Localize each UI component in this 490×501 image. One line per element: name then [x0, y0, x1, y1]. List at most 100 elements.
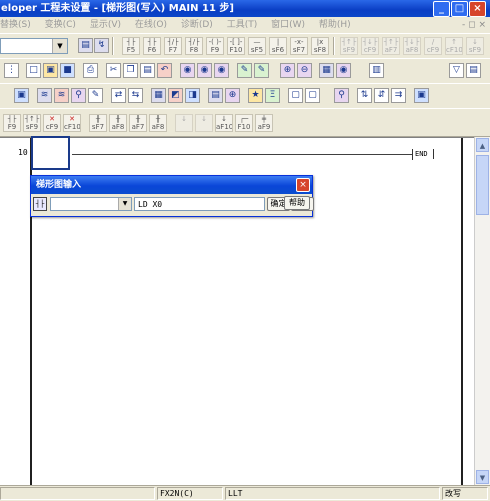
falling-edge-button[interactable]: ┤↓├ cF9 [361, 37, 379, 55]
disabled-key-1[interactable]: ↓ [175, 114, 193, 132]
edge-parallel-2-button[interactable]: ┤↓├ aF8 [403, 37, 421, 55]
scroll-up-icon[interactable]: ▲ [476, 138, 489, 152]
convert-all-icon[interactable]: ⇆ [128, 88, 143, 103]
edit-icon[interactable]: ✎ [88, 88, 103, 103]
convert-icon[interactable]: ⇄ [111, 88, 126, 103]
comment-icon[interactable]: ▥ [369, 63, 384, 78]
new-file-icon[interactable]: □ [26, 63, 41, 78]
disabled-key-2[interactable]: ↓ [195, 114, 213, 132]
scroll-thumb[interactable] [476, 155, 489, 215]
chevron-down-icon[interactable]: ▼ [118, 198, 131, 210]
parallel-rise-2-key[interactable]: ╫ aF7 [129, 114, 147, 132]
help-button[interactable]: 帮助 [284, 196, 310, 210]
minimize-button[interactable]: _ [433, 1, 450, 17]
menu-view[interactable]: 显示(V) [90, 20, 121, 30]
sfc-display-icon[interactable]: ◩ [168, 88, 183, 103]
ladder-cursor[interactable] [31, 136, 70, 170]
instruction-input[interactable] [134, 197, 265, 211]
copy-icon[interactable]: ❐ [123, 63, 138, 78]
F10-key[interactable]: ┌─ F10 [235, 114, 253, 132]
alias-icon[interactable]: Ξ [265, 88, 280, 103]
menu-online[interactable]: 在线(O) [135, 20, 167, 30]
note-icon[interactable]: ★ [248, 88, 263, 103]
close-button[interactable]: × [469, 1, 486, 17]
rise-contact-key[interactable]: ┤↑├ sF9 [23, 114, 41, 132]
invert-button[interactable]: / cF9 [424, 37, 442, 55]
dialog-close-button[interactable]: × [296, 178, 310, 192]
parallel-fall-key[interactable]: ╫ aF8 [109, 114, 127, 132]
op-result-button[interactable]: ↑ cF10 [445, 37, 463, 55]
menu-diagnose[interactable]: 诊断(D) [181, 20, 213, 30]
statement-icon[interactable]: ⊕ [225, 88, 240, 103]
monitor-stop-icon[interactable]: ▢ [305, 88, 320, 103]
window-icon[interactable]: ▣ [414, 88, 429, 103]
search-icon[interactable]: ⚲ [334, 88, 349, 103]
parallel-fall-2-key[interactable]: ╫ aF8 [149, 114, 167, 132]
op-result-2-button[interactable]: ↓ sF9 [466, 37, 484, 55]
coil-button[interactable]: -( )- F9 [206, 37, 224, 55]
symbol-combo[interactable]: ▼ [50, 197, 132, 211]
write-mode-icon[interactable]: ≋ [37, 88, 52, 103]
contact-parallel-button[interactable]: ┤├ F6 [143, 37, 161, 55]
menu-tools[interactable]: 工具(T) [227, 20, 258, 30]
find-step-icon[interactable]: ◉ [214, 63, 229, 78]
save-icon[interactable]: ■ [60, 63, 75, 78]
contact-no-button[interactable]: ┤├ F5 [122, 37, 140, 55]
settings-icon[interactable]: ▤ [466, 63, 481, 78]
delete-hline-button[interactable]: -x-sF7 [290, 37, 308, 55]
open-folder-icon[interactable]: ▣ [43, 63, 58, 78]
ladder-view-icon[interactable]: ▤ [78, 38, 93, 53]
zoom-in-icon[interactable]: ⊕ [280, 63, 295, 78]
key-label: cF9 [426, 46, 440, 54]
symbol-icon[interactable]: ┤├ [33, 197, 47, 211]
fall-contact-key[interactable]: ✕ cF9 [43, 114, 61, 132]
parallel-rise-key[interactable]: ╫ sF7 [89, 114, 107, 132]
maximize-button[interactable]: □ [451, 1, 468, 17]
cut-icon[interactable]: ✂ [106, 63, 121, 78]
open-contact-key[interactable]: ┤├ F9 [3, 114, 21, 132]
filter-icon[interactable]: ▽ [449, 63, 464, 78]
delete-vline-button[interactable]: |x sF8 [311, 37, 329, 55]
monitor-start-icon[interactable]: ▢ [288, 88, 303, 103]
ladder-display-icon[interactable]: ▦ [151, 88, 166, 103]
mdi-controls[interactable]: - ◻ × [462, 17, 486, 33]
invert-contact-key[interactable]: ✕ cF10 [63, 114, 81, 132]
menu-convert[interactable]: 变换(C) [45, 20, 76, 30]
list-display-icon[interactable]: ◨ [185, 88, 200, 103]
vline-button[interactable]: | sF6 [269, 37, 287, 55]
scroll-down-icon[interactable]: ▼ [476, 470, 489, 484]
vertical-scrollbar[interactable]: ▲ ▼ [474, 137, 490, 485]
insert-column-icon[interactable]: ⇉ [391, 88, 406, 103]
monitor-write-icon[interactable]: ⚲ [71, 88, 86, 103]
replace-device-icon[interactable]: ✎ [254, 63, 269, 78]
device-comment-icon[interactable]: ▤ [208, 88, 223, 103]
aF9-key[interactable]: ╪ aF9 [255, 114, 273, 132]
cross-reference-icon[interactable]: ▦ [319, 63, 334, 78]
replace-icon[interactable]: ✎ [237, 63, 252, 78]
find-instruction-icon[interactable]: ◉ [197, 63, 212, 78]
rising-edge-button[interactable]: ┤↑├ sF9 [340, 37, 358, 55]
insert-row-icon[interactable]: ⇅ [357, 88, 372, 103]
menu-window[interactable]: 窗口(W) [271, 20, 305, 30]
monitor-mode-icon[interactable]: ≋ [54, 88, 69, 103]
instruction-button[interactable]: -[ ]- F10 [227, 37, 245, 55]
instruction-view-icon[interactable]: ↯ [94, 38, 109, 53]
contact-nc-parallel-button[interactable]: ┤/├ F8 [185, 37, 203, 55]
undo-icon[interactable]: ↶ [157, 63, 172, 78]
edge-parallel-button[interactable]: ┤↑├ aF7 [382, 37, 400, 55]
read-mode-icon[interactable]: ▣ [14, 88, 29, 103]
delete-row-icon[interactable]: ⇵ [374, 88, 389, 103]
chevron-down-icon[interactable]: ▼ [52, 39, 67, 53]
aF10-key[interactable]: ↓ aF10 [215, 114, 233, 132]
end-instruction: END [412, 149, 434, 160]
menu-replace[interactable]: 替换(S) [0, 20, 31, 30]
find-device-icon[interactable]: ◉ [180, 63, 195, 78]
program-select[interactable]: ▼ [0, 38, 68, 54]
device-list-icon[interactable]: ◉ [336, 63, 351, 78]
menu-help[interactable]: 帮助(H) [319, 20, 351, 30]
print-icon[interactable]: ⎙ [83, 63, 98, 78]
zoom-out-icon[interactable]: ⊖ [297, 63, 312, 78]
hline-button[interactable]: — sF5 [248, 37, 266, 55]
paste-icon[interactable]: ▤ [140, 63, 155, 78]
contact-nc-button[interactable]: ┤/├ F7 [164, 37, 182, 55]
